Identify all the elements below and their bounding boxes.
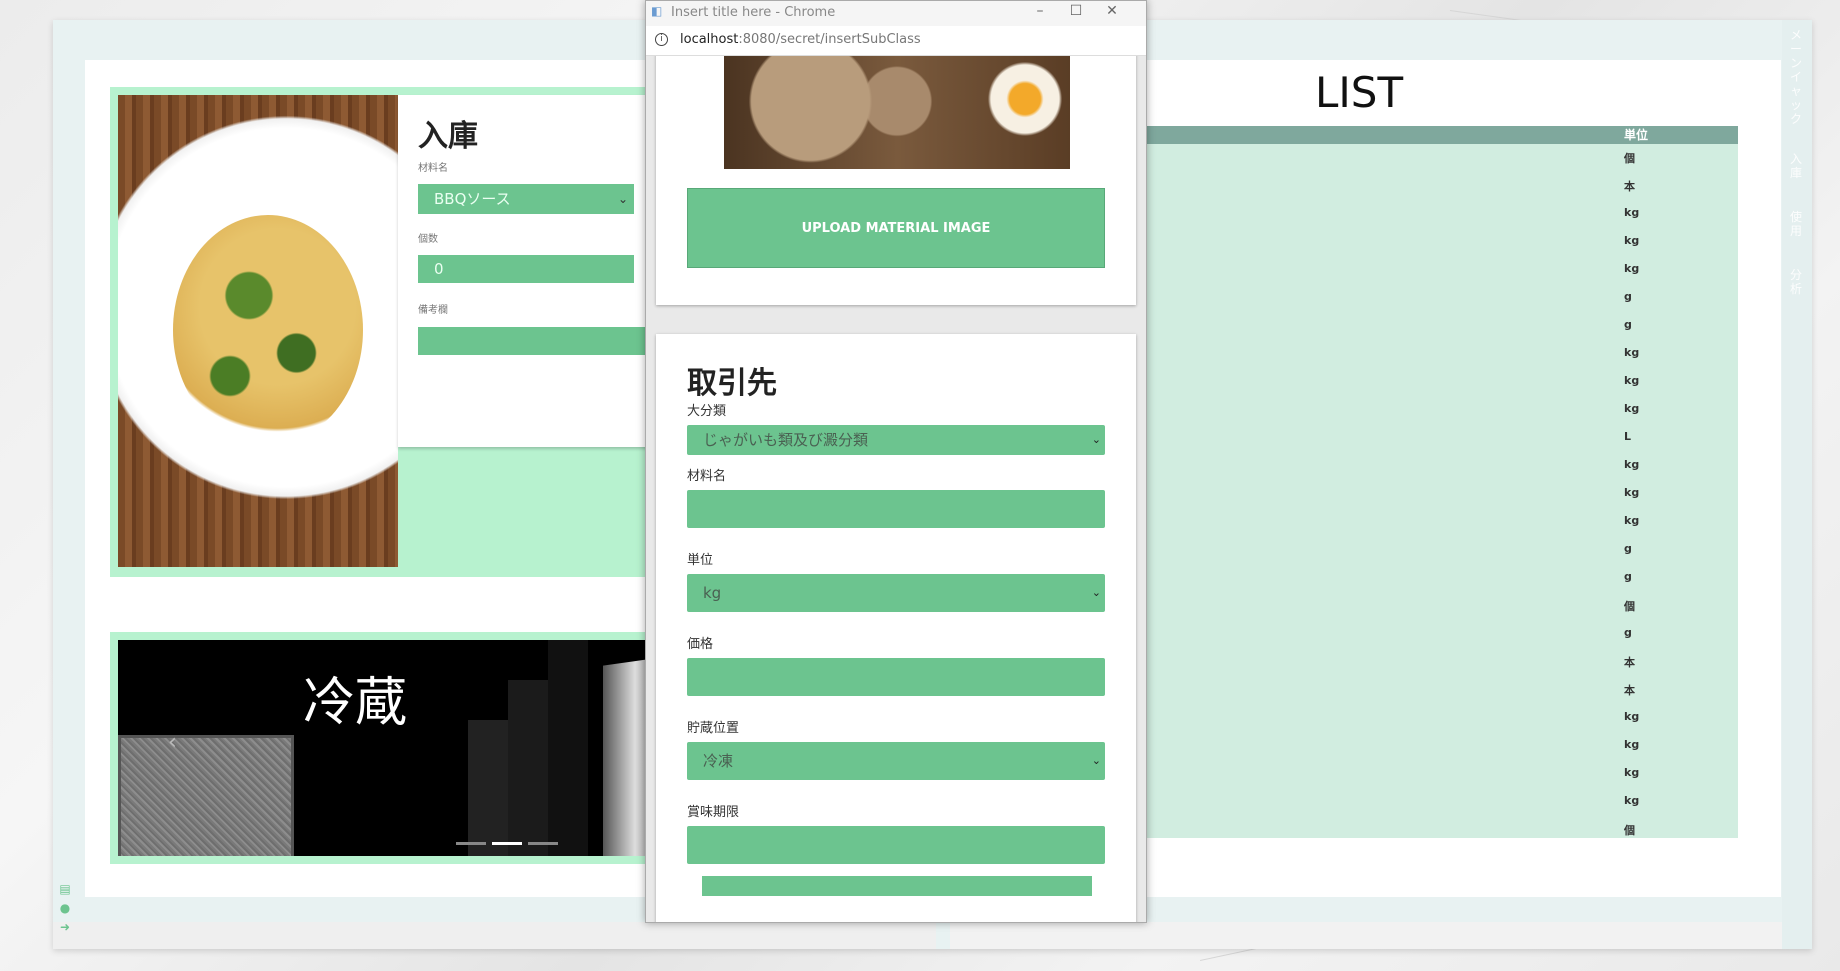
list-row-unit: 個 (1624, 824, 1635, 837)
stock-in-title: 入庫 (418, 119, 478, 154)
carousel-indicator[interactable] (528, 842, 558, 845)
list-row-unit: kg (1624, 374, 1640, 387)
storage-carousel-card: 冷蔵 ‹ (110, 632, 650, 864)
supplier-form-title: 取引先 (687, 366, 777, 401)
list-row-unit: kg (1624, 738, 1640, 751)
material-name-input[interactable] (687, 490, 1105, 528)
maximize-icon[interactable]: ☐ (1062, 3, 1090, 19)
stock-in-card: 入庫 材料名 BBQソース ⌄ 個数 0 備考欄 (110, 87, 650, 577)
image-upload-card: UPLOAD MATERIAL IMAGE (656, 56, 1136, 305)
list-row-unit: 個 (1624, 152, 1635, 165)
popup-window: ◧ Insert title here - Chrome – ☐ ✕ i loc… (645, 0, 1147, 923)
fridge-front-image (118, 735, 294, 856)
list-row-unit: 個 (1624, 600, 1635, 613)
carousel-indicators (456, 830, 564, 849)
unit-select-value: kg (703, 584, 722, 602)
window-titlebar: ◧ Insert title here - Chrome – ☐ ✕ (646, 1, 1146, 26)
side-menu-item-use[interactable]: 使用 (1790, 210, 1804, 238)
list-row-unit: kg (1624, 766, 1640, 779)
supplier-form-card: 取引先 大分類 じゃがいも類及び澱分類 ⌄ 材料名 単位 kg ⌄ 価格 貯蔵位… (656, 334, 1136, 922)
category-select-value: じゃがいも類及び澱分類 (703, 431, 869, 449)
memo-input[interactable] (418, 327, 650, 355)
unit-select[interactable]: kg ⌄ (687, 574, 1105, 612)
carousel-caption: 冷蔵 (303, 673, 408, 733)
side-menu: メーンイャック 入庫 使用 分析 (1782, 20, 1812, 949)
list-row-unit: kg (1624, 206, 1640, 219)
expiry-label: 賞味期限 (687, 805, 740, 820)
carousel-slide: 冷蔵 ‹ (118, 640, 650, 856)
list-title: LIST (1315, 68, 1404, 117)
side-menu-label[interactable]: メーンイャック (1790, 28, 1804, 126)
carousel-prev-icon[interactable]: ‹ (168, 730, 177, 755)
carousel-indicator[interactable] (456, 842, 486, 845)
footer-strip (53, 922, 936, 949)
category-select[interactable]: じゃがいも類及び澱分類 ⌄ (687, 425, 1105, 455)
address-bar[interactable]: i localhost:8080/secret/insertSubClass (646, 26, 1146, 56)
expiry-input[interactable] (687, 826, 1105, 864)
pasta-illustration (173, 215, 363, 445)
list-row-unit: g (1624, 570, 1632, 583)
list-row-unit: g (1624, 318, 1632, 331)
footer-strip-right (950, 922, 1812, 949)
list-row-unit: L (1624, 430, 1632, 443)
list-row-unit: kg (1624, 710, 1640, 723)
pasta-dish-image (118, 95, 398, 567)
document-icon[interactable]: ▤ (58, 880, 72, 899)
list-row-unit: kg (1624, 458, 1640, 471)
quantity-input[interactable]: 0 (418, 255, 634, 283)
material-list-table: 単位 個本 kg kg kg g g kg kg kg Lkg kg kg g g 個 g 本本 kg kg kg kg… (1146, 126, 1738, 838)
storage-select[interactable]: 冷凍 ⌄ (687, 742, 1105, 780)
stock-in-form: 入庫 材料名 BBQソース ⌄ 個数 0 備考欄 (398, 95, 650, 447)
info-icon[interactable]: i (655, 33, 668, 46)
user-icon[interactable]: ● (58, 899, 72, 918)
list-row-unit: 本 (1624, 180, 1635, 193)
category-label: 大分類 (687, 404, 727, 419)
left-icon-bar: ▤ ● ➜ (58, 880, 72, 937)
quantity-label: 個数 (418, 234, 438, 245)
chevron-down-icon: ⌄ (1091, 433, 1101, 446)
list-row-unit: kg (1624, 346, 1640, 359)
material-select[interactable]: BBQソース ⌄ (418, 184, 634, 214)
list-row-unit: g (1624, 626, 1632, 639)
url-text[interactable]: localhost:8080/secret/insertSubClass (680, 32, 921, 47)
list-header-row: 単位 (1146, 126, 1738, 144)
submit-button[interactable] (702, 876, 1092, 896)
carousel-indicator-active[interactable] (492, 842, 522, 845)
side-menu-item-stock[interactable]: 入庫 (1790, 152, 1804, 180)
storage-select-value: 冷凍 (703, 752, 734, 770)
popup-page: UPLOAD MATERIAL IMAGE 取引先 大分類 じゃがいも類及び澱分… (646, 56, 1146, 922)
unit-label: 単位 (687, 553, 714, 568)
list-row-unit: kg (1624, 486, 1640, 499)
material-select-value: BBQソース (434, 190, 511, 208)
material-image-preview (724, 56, 1070, 169)
price-input[interactable] (687, 658, 1105, 696)
list-row-unit: g (1624, 290, 1632, 303)
app-logo-icon: ◧ (651, 4, 663, 18)
list-row-unit: kg (1624, 262, 1640, 275)
material-name-label: 材料名 (687, 469, 727, 484)
upload-image-button[interactable]: UPLOAD MATERIAL IMAGE (687, 188, 1105, 268)
list-row-unit: kg (1624, 234, 1640, 247)
logout-icon[interactable]: ➜ (58, 918, 72, 937)
chevron-down-icon: ⌄ (1091, 754, 1101, 767)
list-row-unit: g (1624, 542, 1632, 555)
list-row-unit: 本 (1624, 656, 1635, 669)
slide-background (548, 640, 588, 856)
chevron-down-icon: ⌄ (1091, 586, 1101, 599)
side-menu-item-analysis[interactable]: 分析 (1790, 268, 1804, 296)
minimize-icon[interactable]: – (1026, 3, 1054, 19)
storage-label: 貯蔵位置 (687, 721, 740, 736)
memo-label: 備考欄 (418, 305, 448, 316)
list-row-unit: kg (1624, 514, 1640, 527)
material-label: 材料名 (418, 163, 448, 174)
chevron-down-icon: ⌄ (617, 192, 628, 206)
unit-column-header: 単位 (1624, 128, 1649, 142)
list-row-unit: 本 (1624, 684, 1635, 697)
list-row-unit: kg (1624, 794, 1640, 807)
window-title: Insert title here - Chrome (671, 5, 836, 20)
price-label: 価格 (687, 637, 714, 652)
list-row-unit: kg (1624, 402, 1640, 415)
close-icon[interactable]: ✕ (1098, 3, 1126, 19)
fridge-image (603, 654, 650, 856)
